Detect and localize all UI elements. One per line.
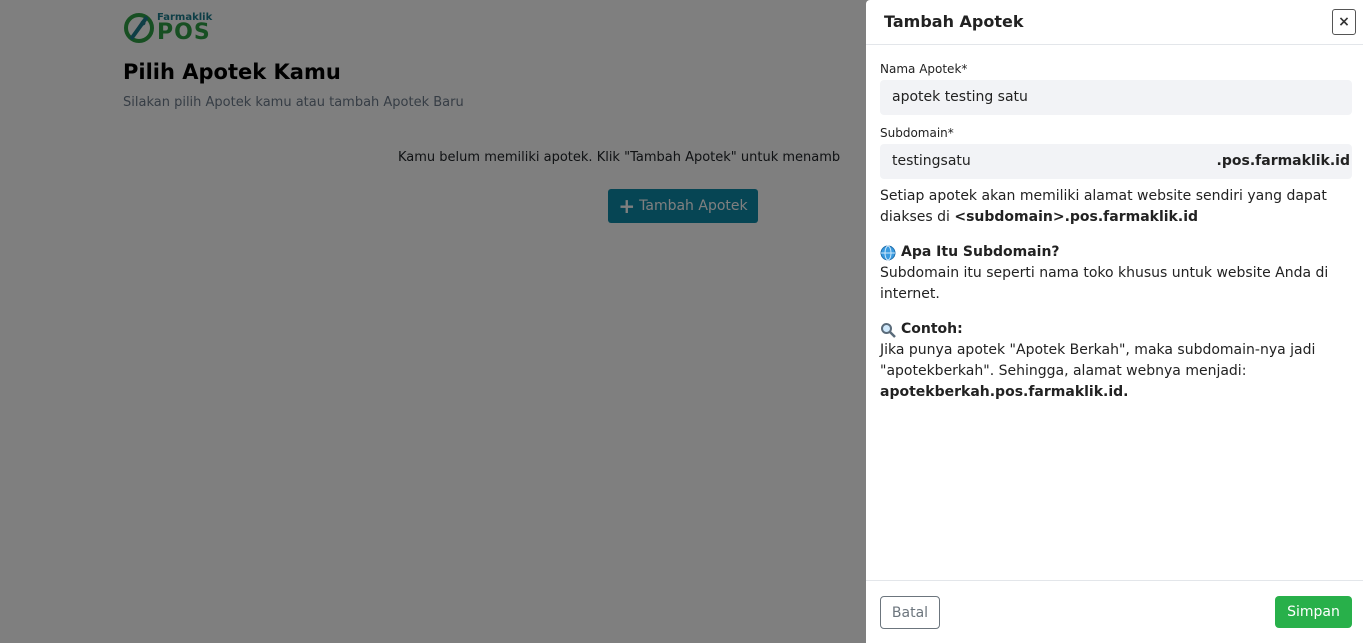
magnifier-icon [881, 322, 896, 338]
subdomain-suffix: .pos.farmaklik.id [1216, 153, 1350, 169]
example-title: Contoh: [901, 321, 963, 337]
save-button[interactable]: Simpan [1275, 596, 1352, 628]
subdomain-input[interactable]: testingsatu .pos.farmaklik.id [880, 144, 1352, 179]
nama-apotek-label: Nama Apotek* [880, 62, 968, 76]
modal-title: Tambah Apotek [884, 12, 1024, 31]
help-text-domain-format: <subdomain>.pos.farmaklik.id [954, 209, 1199, 225]
example-section: Contoh: Jika punya apotek "Apotek Berkah… [880, 319, 1350, 403]
close-icon: × [1338, 14, 1350, 30]
what-is-subdomain-heading: Apa Itu Subdomain? [880, 242, 1350, 263]
cancel-button[interactable]: Batal [880, 596, 940, 629]
what-is-subdomain-title: Apa Itu Subdomain? [901, 244, 1060, 260]
what-is-subdomain-text: Subdomain itu seperti nama toko khusus u… [880, 265, 1329, 302]
example-text: Jika punya apotek "Apotek Berkah", maka … [880, 342, 1316, 379]
subdomain-help-text: Setiap apotek akan memiliki alamat websi… [880, 186, 1350, 228]
what-is-subdomain-section: Apa Itu Subdomain? Subdomain itu seperti… [880, 242, 1350, 305]
subdomain-value: testingsatu [892, 153, 971, 169]
subdomain-label: Subdomain* [880, 126, 954, 140]
globe-icon [880, 245, 896, 260]
nama-apotek-value: apotek testing satu [892, 89, 1028, 105]
add-apotek-modal: Tambah Apotek × Nama Apotek* apotek test… [866, 0, 1363, 643]
example-heading: Contoh: [880, 319, 1350, 340]
modal-footer: Batal Simpan [866, 580, 1363, 644]
nama-apotek-input[interactable]: apotek testing satu [880, 80, 1352, 115]
close-button[interactable]: × [1332, 9, 1356, 35]
modal-header: Tambah Apotek × [866, 0, 1363, 45]
example-domain: apotekberkah.pos.farmaklik.id. [880, 384, 1129, 400]
